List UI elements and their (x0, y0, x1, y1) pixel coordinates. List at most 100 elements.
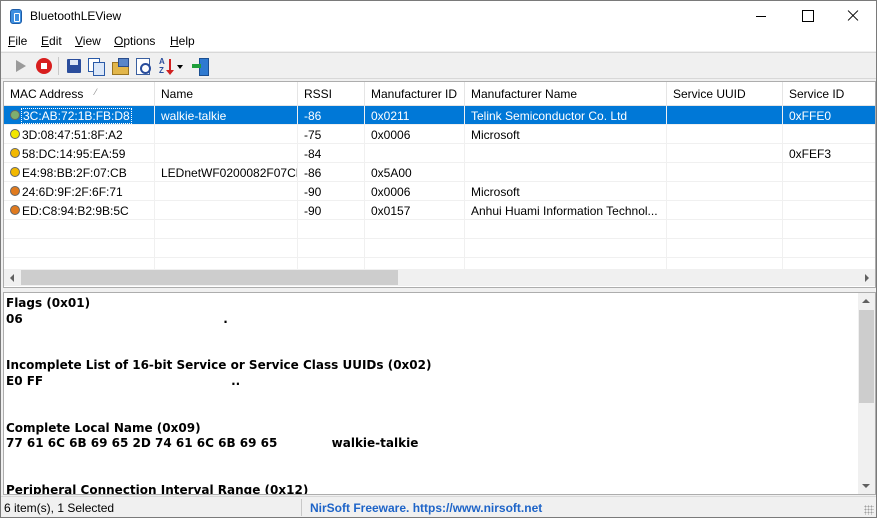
empty-cell (155, 239, 298, 258)
empty-cell (783, 220, 875, 239)
table-row[interactable]: ED:C8:94:B2:9B:5C -90 0x0157 Anhui Huami In… (4, 201, 875, 220)
cell-rssi: -86 (298, 106, 365, 125)
exit-icon[interactable] (191, 57, 209, 76)
scroll-up-icon[interactable] (858, 293, 875, 310)
status-item-count: 6 item(s), 1 Selected (4, 501, 115, 515)
close-button[interactable] (830, 1, 876, 31)
cell-manufacturer-name: Anhui Huami Information Technol... (465, 201, 667, 220)
cell-service-uuid (667, 182, 783, 201)
column-header-manufacturer-id[interactable]: Manufacturer ID (365, 82, 465, 106)
empty-cell (4, 239, 155, 258)
horizontal-scrollbar[interactable] (4, 269, 875, 286)
cell-service-uuid (667, 163, 783, 182)
signal-status-icon (10, 205, 20, 215)
empty-cell (465, 239, 667, 258)
horizontal-scroll-thumb[interactable] (21, 270, 398, 285)
cell-manufacturer-name (465, 144, 667, 163)
table-row[interactable]: 3D:08:47:51:8F:A2 -75 0x0006 Microsoft (4, 125, 875, 144)
scroll-left-icon[interactable] (4, 269, 21, 286)
cell-manufacturer-name: Telink Semiconductor Co. Ltd (465, 106, 667, 125)
table-row[interactable]: 3C:AB:72:1B:FB:D8 walkie-talkie -86 0x0211 T… (4, 106, 875, 125)
detail-line: 06 . (6, 311, 228, 326)
empty-cell (298, 239, 365, 258)
cell-rssi: -86 (298, 163, 365, 182)
vertical-scrollbar[interactable] (858, 293, 875, 494)
menu-help[interactable]: Help (170, 34, 195, 48)
title-bar[interactable]: BluetoothLEView (1, 1, 876, 31)
detail-line: Flags (0x01) (6, 296, 91, 310)
sort-az-glyph: AZ (159, 57, 165, 75)
column-header-service-id[interactable]: Service ID (783, 82, 875, 106)
cell-name: walkie-talkie (155, 106, 298, 125)
empty-cell (365, 220, 465, 239)
status-separator (301, 499, 302, 516)
scroll-right-icon[interactable] (858, 269, 875, 286)
resize-grip-icon[interactable] (864, 505, 874, 515)
maximize-button[interactable] (784, 1, 830, 31)
empty-cell (667, 239, 783, 258)
mac-address-text: 24:6D:9F:2F:6F:71 (22, 185, 123, 199)
cell-rssi: -84 (298, 144, 365, 163)
sort-arrow-icon (166, 59, 174, 75)
empty-cell (155, 220, 298, 239)
cell-name: LEDnetWF0200082F07CB (155, 163, 298, 182)
detail-line: Complete Local Name (0x09) (6, 420, 201, 435)
cell-name (155, 182, 298, 201)
sort-indicator-icon: ⁄ (95, 87, 97, 97)
scroll-down-icon[interactable] (858, 477, 875, 494)
device-list[interactable]: MAC Address ⁄ Name RSSI Manufacturer ID M… (3, 81, 876, 288)
menu-bar: File Edit View Options Help (1, 31, 876, 51)
cell-service-uuid (667, 106, 783, 125)
table-row[interactable]: E4:98:BB:2F:07:CB LEDnetWF0200082F07CB -86… (4, 163, 875, 182)
column-header-rssi[interactable]: RSSI (298, 82, 365, 106)
cell-name (155, 201, 298, 220)
vertical-scroll-thumb[interactable] (859, 310, 874, 403)
save-icon[interactable] (65, 57, 83, 75)
properties-icon[interactable] (111, 57, 129, 75)
cell-manufacturer-name: Microsoft (465, 125, 667, 144)
cell-service-id (783, 125, 875, 144)
empty-cell (365, 239, 465, 258)
stop-icon[interactable] (35, 57, 53, 75)
advertisement-detail-pane[interactable]: Flags (0x01) 06 . Incomplete List of 16-bi… (3, 292, 876, 495)
column-header-manufacturer-name[interactable]: Manufacturer Name (465, 82, 667, 106)
cell-mac-address: 3D:08:47:51:8F:A2 (4, 125, 155, 144)
nirsoft-link[interactable]: NirSoft Freeware. https://www.nirsoft.ne… (310, 501, 542, 515)
play-icon[interactable] (12, 57, 30, 75)
window-title: BluetoothLEView (30, 9, 122, 23)
table-row[interactable]: 58:DC:14:95:EA:59 -84 0xFEF3 (4, 144, 875, 163)
column-header-service-uuid[interactable]: Service UUID (667, 82, 783, 106)
menu-options[interactable]: Options (114, 34, 155, 48)
cell-service-id (783, 201, 875, 220)
signal-status-icon (10, 186, 20, 196)
cell-mac-address: 58:DC:14:95:EA:59 (4, 144, 155, 163)
menu-edit[interactable]: Edit (41, 34, 62, 48)
empty-cell (4, 220, 155, 239)
menu-view[interactable]: View (75, 34, 101, 48)
signal-status-icon (10, 129, 20, 139)
cell-manufacturer-id: 0x0006 (365, 182, 465, 201)
detail-line: Incomplete List of 16-bit Service or Ser… (6, 358, 432, 373)
cell-manufacturer-name: Microsoft (465, 182, 667, 201)
find-icon[interactable] (134, 57, 152, 75)
sort-icon[interactable]: AZ (158, 57, 184, 75)
table-row[interactable]: 24:6D:9F:2F:6F:71 -90 0x0006 Microsoft (4, 182, 875, 201)
empty-cell (667, 220, 783, 239)
empty-cell (298, 220, 365, 239)
empty-row (4, 220, 875, 239)
cell-service-id: 0xFFE0 (783, 106, 875, 125)
column-header-mac-address[interactable]: MAC Address ⁄ (4, 82, 155, 106)
cell-name (155, 125, 298, 144)
menu-file[interactable]: File (8, 34, 27, 48)
minimize-button[interactable] (738, 1, 784, 31)
cell-service-uuid (667, 201, 783, 220)
column-header-name[interactable]: Name (155, 82, 298, 106)
mac-address-text: E4:98:BB:2F:07:CB (22, 166, 127, 180)
cell-rssi: -75 (298, 125, 365, 144)
cell-manufacturer-name (465, 163, 667, 182)
toolbar: AZ (1, 52, 876, 79)
cell-manufacturer-id: 0x5A00 (365, 163, 465, 182)
bluetooth-app-icon (10, 9, 22, 24)
chevron-down-icon[interactable] (177, 65, 183, 69)
copy-icon[interactable] (87, 57, 105, 76)
